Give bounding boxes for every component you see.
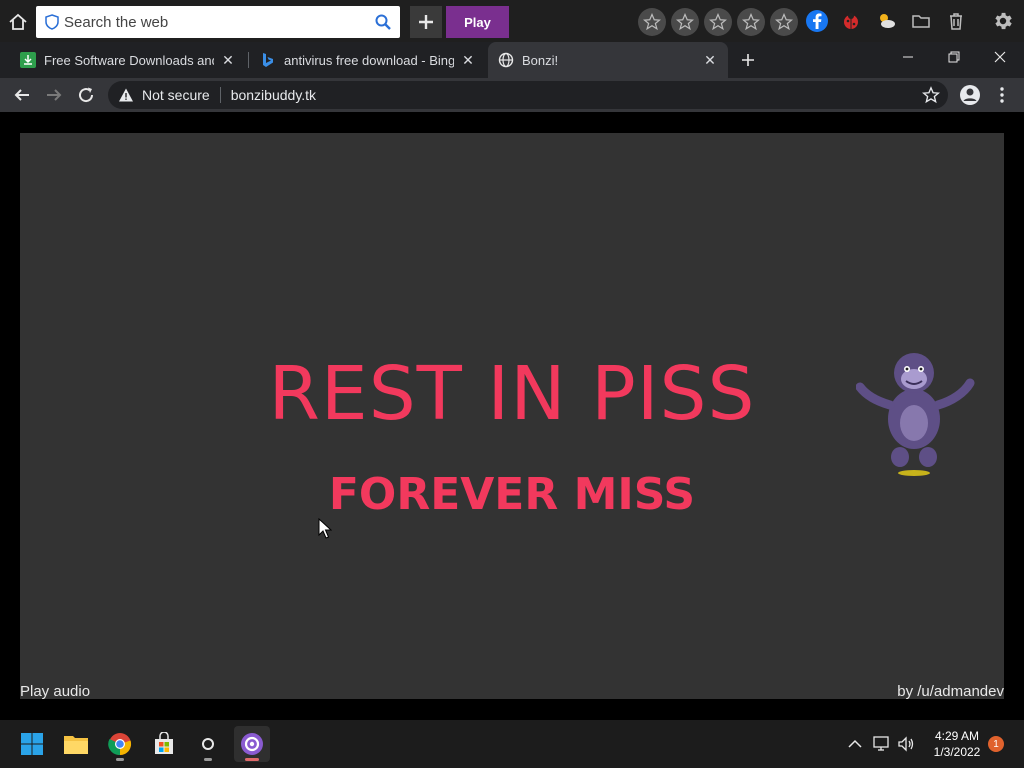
windows-start-icon[interactable] — [14, 726, 50, 762]
warning-icon[interactable] — [118, 87, 134, 103]
tab-title: antivirus free download - Bing — [284, 52, 454, 68]
system-clock[interactable]: 4:29 AM 1/3/2022 — [922, 728, 992, 760]
star-icon[interactable] — [704, 8, 732, 36]
tab-bonzi[interactable]: Bonzi! ✕ — [488, 42, 728, 78]
top-toolbar: Search the web Play — [0, 0, 1024, 42]
bing-icon — [260, 52, 276, 68]
chevron-up-icon[interactable] — [845, 734, 865, 754]
tab-divider — [248, 52, 249, 68]
url-divider — [219, 87, 221, 103]
star-icon[interactable] — [770, 8, 798, 36]
favorites-star-row — [638, 8, 798, 36]
star-icon[interactable] — [737, 8, 765, 36]
notification-badge[interactable]: 1 — [988, 736, 1004, 752]
url-text[interactable]: bonzibuddy.tk — [231, 87, 316, 103]
star-icon[interactable] — [671, 8, 699, 36]
back-icon[interactable] — [10, 83, 34, 107]
browser-app-icon[interactable] — [234, 726, 270, 762]
facebook-icon[interactable] — [804, 8, 830, 34]
search-app-icon[interactable] — [190, 726, 226, 762]
credit-text: by /u/admandev — [897, 683, 1004, 700]
folder-icon[interactable] — [908, 8, 934, 34]
star-icon[interactable] — [638, 8, 666, 36]
taskbar: 4:29 AM 1/3/2022 — [0, 720, 1024, 768]
page-content: REST IN PISS FOREVER MISS Play audio by … — [0, 112, 1024, 720]
microsoft-store-icon[interactable] — [146, 726, 182, 762]
volume-icon[interactable] — [896, 734, 916, 754]
address-bar-row: Not secure bonzibuddy.tk — [0, 78, 1024, 112]
chrome-icon[interactable] — [102, 726, 138, 762]
ladybug-icon[interactable] — [838, 8, 864, 34]
account-icon[interactable] — [958, 83, 982, 107]
running-indicator — [116, 758, 124, 761]
weather-icon[interactable] — [873, 8, 899, 34]
minimize-icon[interactable] — [888, 44, 928, 70]
more-menu-icon[interactable] — [994, 83, 1010, 107]
shield-icon — [45, 14, 59, 30]
url-bar[interactable]: Not secure bonzibuddy.tk — [108, 81, 948, 109]
tab-free-software[interactable]: Free Software Downloads and Reviews ✕ — [10, 42, 246, 78]
clock-time: 4:29 AM — [934, 729, 980, 743]
add-button[interactable] — [410, 6, 442, 38]
web-search-box[interactable]: Search the web — [36, 6, 400, 38]
bonzi-gorilla-icon — [856, 353, 975, 476]
restore-icon[interactable] — [934, 44, 974, 70]
green-download-icon — [20, 52, 36, 68]
reload-icon[interactable] — [74, 83, 98, 107]
mouse-cursor-icon — [318, 518, 332, 539]
forward-icon[interactable] — [42, 83, 66, 107]
file-explorer-icon[interactable] — [58, 726, 94, 762]
running-indicator — [204, 758, 212, 761]
tab-bing[interactable]: antivirus free download - Bing ✕ — [250, 42, 486, 78]
video-stage: REST IN PISS FOREVER MISS — [20, 133, 1004, 699]
new-tab-icon[interactable] — [736, 48, 760, 72]
globe-icon — [498, 52, 514, 68]
play-button[interactable]: Play — [446, 6, 509, 38]
close-icon[interactable]: ✕ — [702, 52, 718, 68]
play-audio-link[interactable]: Play audio — [20, 683, 90, 700]
running-indicator — [245, 758, 259, 761]
tab-strip: Free Software Downloads and Reviews ✕ an… — [0, 42, 1024, 78]
search-icon[interactable] — [374, 13, 392, 31]
network-icon[interactable] — [872, 734, 892, 754]
close-icon[interactable]: ✕ — [460, 52, 476, 68]
tab-title: Bonzi! — [522, 52, 559, 68]
bookmark-star-icon[interactable] — [922, 86, 940, 104]
trash-icon[interactable] — [943, 8, 969, 34]
close-window-icon[interactable] — [980, 44, 1020, 70]
search-placeholder[interactable]: Search the web — [64, 14, 374, 31]
close-icon[interactable]: ✕ — [220, 52, 236, 68]
tab-title: Free Software Downloads and Reviews — [44, 52, 214, 68]
security-label[interactable]: Not secure — [142, 87, 210, 103]
gear-icon[interactable] — [990, 8, 1016, 34]
home-icon[interactable] — [6, 10, 30, 34]
clock-date: 1/3/2022 — [933, 745, 981, 759]
